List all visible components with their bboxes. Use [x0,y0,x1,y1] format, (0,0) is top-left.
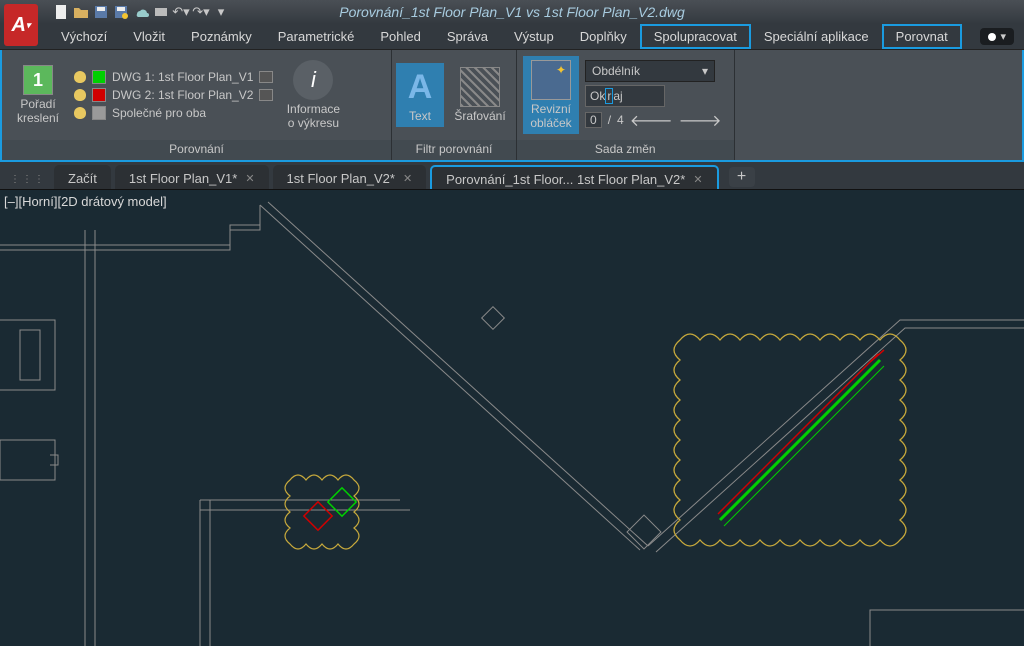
app-logo[interactable]: A▾ [4,4,38,46]
change-counter: 0 [585,112,602,128]
tab-menu-icon[interactable]: ⋮⋮⋮ [8,174,54,189]
file-tab-v2[interactable]: 1st Floor Plan_V2*✕ [273,165,427,189]
bulb-icon[interactable] [74,89,86,101]
panel-title-filter: Filtr porovnání [392,140,516,160]
drawing-viewport[interactable]: [–][Horní][2D drátový model] [0,190,1024,646]
legend-dwg2[interactable]: DWG 2: 1st Floor Plan_V2 [74,88,273,102]
bulb-icon[interactable] [74,71,86,83]
open-icon[interactable] [72,3,90,21]
drawing-info-button[interactable]: i Informaceo výkresu [281,60,345,130]
hatch-filter-button[interactable]: Šrafování [448,67,512,123]
next-change-button[interactable]: 🡒 [679,110,722,131]
close-icon[interactable]: ✕ [403,172,412,185]
text-filter-button[interactable]: A Text [396,63,444,127]
menu-porovnat[interactable]: Porovnat [882,24,962,49]
legend-dwg1-label: DWG 1: 1st Floor Plan_V1 [112,70,253,84]
viewport-label[interactable]: [–][Horní][2D drátový model] [4,194,167,209]
menu-sprava[interactable]: Správa [434,25,501,48]
file-tab-start[interactable]: Začít [54,165,111,189]
change-nav: 0 / 4 🡐 🡒 [585,110,722,131]
legend-common[interactable]: Společné pro oba [74,106,273,120]
new-tab-button[interactable]: + [729,167,755,187]
margin-input[interactable]: Okraj [585,85,665,107]
legend-dwg1[interactable]: DWG 1: 1st Floor Plan_V1 [74,70,273,84]
menu-spolupracovat[interactable]: Spolupracovat [640,24,751,49]
prev-change-button[interactable]: 🡐 [630,110,673,131]
revcloud-icon [531,60,571,100]
menu-vystup[interactable]: Výstup [501,25,567,48]
menu-doplnky[interactable]: Doplňky [567,25,640,48]
revcloud-button[interactable]: Revizníobláček [523,56,579,134]
legend-common-label: Společné pro oba [112,106,206,120]
menu-bar: Výchozí Vložit Poznámky Parametrické Poh… [0,24,1024,50]
draw-order-button[interactable]: 1 Pořadíkreslení [10,65,66,125]
compare-legend: DWG 1: 1st Floor Plan_V1 DWG 2: 1st Floo… [74,70,273,120]
panel-title-changes: Sada změn [517,140,734,160]
text-A-icon: A [400,67,440,107]
saveas-icon[interactable] [112,3,130,21]
plot-icon[interactable] [152,3,170,21]
shape-dropdown[interactable]: Obdélník▾ [585,60,715,82]
swatch-grey[interactable] [92,106,106,120]
swatch-red[interactable] [92,88,106,102]
file-tab-compare[interactable]: Porovnání_1st Floor... 1st Floor Plan_V2… [430,165,718,189]
menu-parametricke[interactable]: Parametrické [265,25,368,48]
drawing-canvas [0,190,1024,646]
menu-poznamky[interactable]: Poznámky [178,25,265,48]
window-title: Porovnání_1st Floor Plan_V1 vs 1st Floor… [339,4,685,20]
panel-title-compare: Porovnání [2,140,391,160]
redo-icon[interactable]: ↷▾ [192,3,210,21]
quick-access-toolbar: ↶▾ ↷▾ ▾ [52,3,230,21]
menu-vlozit[interactable]: Vložit [120,25,178,48]
login-pill[interactable]: ▾ [980,28,1014,45]
title-bar: A▾ ↶▾ ↷▾ ▾ Porovnání_1st Floor Plan_V1 v… [0,0,1024,24]
new-icon[interactable] [52,3,70,21]
menu-specialni[interactable]: Speciální aplikace [751,25,882,48]
save-icon[interactable] [92,3,110,21]
file-tabs: ⋮⋮⋮ Začít 1st Floor Plan_V1*✕ 1st Floor … [0,162,1024,190]
undo-icon[interactable]: ↶▾ [172,3,190,21]
menu-pohled[interactable]: Pohled [367,25,433,48]
folder-icon[interactable] [259,89,273,101]
ribbon-compare: 1 Pořadíkreslení DWG 1: 1st Floor Plan_V… [0,50,1024,162]
bulb-icon[interactable] [74,107,86,119]
qat-dropdown-icon[interactable]: ▾ [212,3,230,21]
info-icon: i [293,60,333,100]
chevron-down-icon: ▾ [702,64,708,78]
file-tab-v1[interactable]: 1st Floor Plan_V1*✕ [115,165,269,189]
swatch-green[interactable] [92,70,106,84]
cloud-icon[interactable] [132,3,150,21]
draw-order-icon: 1 [23,65,53,95]
close-icon[interactable]: ✕ [693,173,702,186]
menu-vychozi[interactable]: Výchozí [48,25,120,48]
legend-dwg2-label: DWG 2: 1st Floor Plan_V2 [112,88,253,102]
close-icon[interactable]: ✕ [245,172,254,185]
folder-icon[interactable] [259,71,273,83]
hatch-icon [460,67,500,107]
